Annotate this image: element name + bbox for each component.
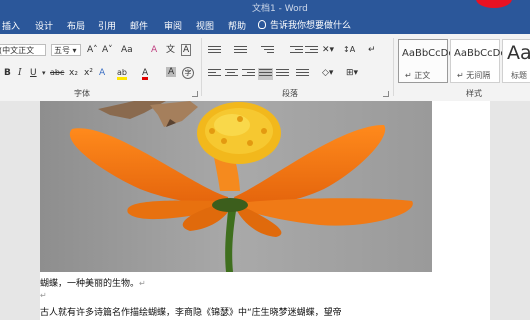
title-bar: 文档1 - Word [0,0,530,16]
paragraph-text: 蝴蝶，一种美丽的生物。 [40,279,140,289]
highlight-button[interactable]: ab [117,67,127,80]
font-size-value: 五号 [54,46,70,55]
shading-icon[interactable]: ◇▾ [322,67,333,79]
tell-me-box[interactable]: 告诉我你想要做什么 [258,18,351,31]
paragraph-mark: ↵ [139,279,146,288]
paragraph-text: 古人就有许多诗篇名作描绘蝴蝶，李商隐《锦瑟》中“庄生晓梦迷蝴蝶，望帝 [40,308,342,318]
dropdown-arrow-icon[interactable]: ▾ [42,67,46,79]
style-normal[interactable]: AaBbCcDc ↵ 正文 [398,39,454,83]
character-border-button[interactable]: A [181,44,192,56]
multilevel-list-icon[interactable] [261,46,274,56]
style-heading[interactable]: Aa 标题 [502,39,530,83]
bullets-icon[interactable] [208,46,221,56]
superscript-button[interactable]: x² [84,67,93,79]
paragraph-3[interactable]: 古人就有许多诗篇名作描绘蝴蝶，李商隐《锦瑟》中“庄生晓梦迷蝴蝶，望帝 [40,305,342,318]
align-right-icon[interactable] [242,69,255,79]
account-avatar[interactable] [476,0,512,8]
decrease-indent-icon[interactable] [290,46,303,56]
font-group-label: 字体 [74,89,90,98]
clear-formatting-button[interactable]: A [151,44,157,56]
document-area: 蝴蝶，一种美丽的生物。↵ ↵ 古人就有许多诗篇名作描绘蝴蝶，李商隐《锦瑟》中“庄… [0,101,530,320]
flower-image[interactable] [40,101,432,272]
style-name: ↵ 无间隔 [457,71,491,80]
font-name-value: (中文正文 [0,46,35,55]
group-divider [201,38,202,96]
distributed-icon[interactable] [276,69,289,79]
tab-layout[interactable]: 布局 [67,19,85,32]
change-case-button[interactable]: Aa [121,44,133,56]
paragraph-group-label: 段落 [282,89,298,98]
sort-button[interactable]: ↕A [343,44,355,56]
text-effects-button[interactable]: A [99,67,105,79]
style-name: ↵ 正文 [405,71,431,80]
tab-design[interactable]: 设计 [35,19,53,32]
tell-me-text: 告诉我你想要做什么 [270,21,352,31]
show-marks-button[interactable]: ↵ [368,44,376,56]
group-divider [393,38,394,96]
tab-references[interactable]: 引用 [98,19,116,32]
style-sample: Aa [507,42,530,64]
strikethrough-button[interactable]: abc [50,67,64,79]
increase-indent-icon[interactable] [305,46,318,56]
font-dialog-launcher-icon[interactable] [192,91,198,97]
window-title: 文档1 - Word [252,4,308,14]
lightbulb-icon [258,20,266,29]
font-name-box[interactable]: (中文正文 [0,44,46,56]
paragraph-dialog-launcher-icon[interactable] [383,91,389,97]
phonetic-guide-button[interactable]: 文 [166,44,175,56]
borders-icon[interactable]: ⊞▾ [346,67,358,79]
shrink-font-button[interactable]: A˅ [102,44,113,56]
tab-view[interactable]: 视图 [196,19,214,32]
numbering-icon[interactable] [234,46,247,56]
line-spacing-icon[interactable] [296,69,309,79]
italic-button[interactable]: I [18,67,22,79]
style-sample: AaBbCcDc [454,48,506,59]
tab-mailings[interactable]: 邮件 [130,19,148,32]
highlight-label: ab [117,68,127,77]
style-name: 标题 [511,71,527,80]
grow-font-button[interactable]: A˄ [87,44,98,56]
flower-picture [40,101,432,272]
paragraph-1[interactable]: 蝴蝶，一种美丽的生物。↵ [40,276,146,289]
highlight-color-bar [117,77,127,80]
underline-button[interactable]: U [30,67,37,79]
enclose-characters-button[interactable]: 字 [182,67,194,79]
style-no-spacing[interactable]: AaBbCcDc ↵ 无间隔 [450,39,506,83]
tab-insert[interactable]: 插入 [2,19,20,32]
font-color-button[interactable]: A [142,67,149,80]
ribbon-tab-bar: 插入 设计 布局 引用 邮件 审阅 视图 帮助 告诉我你想要做什么 [0,16,530,34]
ribbon: (中文正文 五号 ▾ A˄ A˅ Aa A 文 A B I U ▾ abc x₂… [0,34,530,102]
character-shading-button[interactable]: A [166,67,177,77]
styles-group-label: 样式 [466,89,482,98]
font-color-label: A [142,68,149,78]
chinese-layout-icon[interactable]: ✕▾ [322,44,334,56]
font-size-box[interactable]: 五号 ▾ [51,44,81,56]
tab-review[interactable]: 审阅 [164,19,182,32]
style-sample: AaBbCcDc [402,48,454,59]
align-center-icon[interactable] [225,69,238,79]
tab-help[interactable]: 帮助 [228,19,246,32]
subscript-button[interactable]: x₂ [69,67,78,79]
paragraph-mark: ↵ [40,291,47,300]
align-left-icon[interactable] [208,69,221,79]
bold-button[interactable]: B [4,67,11,79]
paragraph-2[interactable]: ↵ [40,291,47,301]
justify-icon[interactable] [258,68,273,80]
